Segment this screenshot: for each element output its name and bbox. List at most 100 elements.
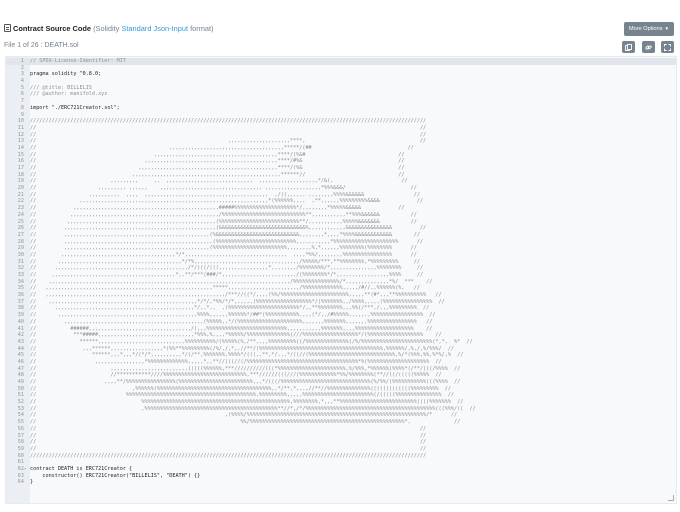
code-line: 59 // // — [6, 446, 670, 453]
code-line: 47 // ,,,,,,,,,,,,,,,,,,,,,,,,,(((((%%%%%… — [6, 366, 670, 373]
line-number: 64 — [17, 479, 24, 486]
line-number: 26 — [17, 225, 24, 232]
line-text: // ,,,,,,,,,,,,,,,,,,,,,,,,,,,,,,,,,,,,,… — [30, 318, 433, 325]
code-line: 63 constructor() ERC721Creator("BILLELIS… — [6, 473, 670, 480]
line-text: // ,,,,,,,,,,,,,,,,,,,,,,,,,,,,,,,,,,,,,… — [30, 198, 424, 205]
line-number: 50 — [17, 385, 24, 392]
code-line: 42 // ***#####,,,,,,,,,,,,,,,,,,,,,,,,,,,… — [6, 332, 670, 339]
line-text: ////////////////////////////////////////… — [30, 118, 427, 125]
line-number: 17 — [17, 165, 24, 171]
line-number: 15 — [17, 151, 24, 158]
line-number: 2 — [20, 64, 24, 71]
line-text: // ,,,,**/%%%%%%%%%%%%%%%%(%%%%%%%%%%%%%… — [30, 379, 461, 385]
code-line: 20 // ,,,,,,,,, ,,,,,, ,,,,,,,,,,,,,,,,,,… — [6, 185, 670, 192]
line-number: 35 — [17, 285, 24, 292]
line-number: 39 — [17, 312, 24, 319]
line-number: 28 — [17, 238, 24, 245]
line-number: 60 — [17, 452, 24, 459]
code-line: 2 — [6, 65, 670, 72]
line-text: contract DEATH is ERC721Creator { — [30, 465, 133, 472]
code-line: 31 // ,,,,,,,,,,,,,,,,,,,,,,,,,,,,,,,,,,,… — [6, 259, 670, 266]
line-text: } — [30, 479, 34, 486]
line-text: // ,,,,,,,,,,,,,,,,,,,,,,,,,,,,,,,,,,,,,… — [30, 171, 405, 178]
line-number: 48 — [17, 372, 24, 379]
fullscreen-button[interactable] — [661, 41, 674, 53]
line-number: 53 — [17, 405, 24, 412]
line-text: // ,%%%%%%%%%%%%%%%%%%%%%%%%%%%%%%%%%%%%… — [30, 405, 476, 412]
code-line: 53 // ,%%%%%%%%%%%%%%%%%%%%%%%%%%%%%%%%%%… — [6, 406, 670, 413]
line-number: 12 — [17, 131, 24, 138]
fullscreen-icon — [664, 43, 671, 51]
line-number: 46 — [17, 358, 24, 365]
line-number: 13 — [17, 138, 24, 145]
line-number: 36 — [17, 292, 24, 299]
chevron-down-icon: ▼ — [664, 26, 670, 31]
line-text: // ,,,,,,,,,,,,,,,,,,,,,,,,,,,,,,,,,,,,,… — [30, 225, 427, 232]
line-number: 4 — [20, 78, 24, 85]
resize-handle[interactable] — [668, 495, 674, 501]
line-number: 33 — [17, 272, 24, 278]
line-number: 31 — [17, 258, 24, 265]
line-number: 27 — [17, 231, 24, 238]
code-line: 44 // ,,,******,,,,,,,,,,,,,,,,,*(%%**%%%… — [6, 346, 670, 353]
line-text: // ,,,,,,,,,,,,,,,,,,,,,,,,,,,,,,,,,,,,,… — [30, 245, 417, 252]
code-line: 40 // ,,,,,,,,,,,,,,,,,,,,,,,,,,,,,,,,,,,… — [6, 319, 670, 326]
code-line: 29 // ,,,,,,,,,,,,,,,,,,,,,,,,,,,,,,,,,,,… — [6, 245, 670, 252]
code-line: 46 // ,,,,,,,,,,,,,,,,*%%%%%%%%%%%%%,,,,,… — [6, 359, 670, 366]
line-number: 62 — [17, 465, 24, 472]
line-text: // // — [30, 124, 427, 131]
code-line: 27 // ,,,,,,,,,,,,,,,,,,,,,,,,,,,,,,,,,,,… — [6, 232, 670, 239]
line-number: 59 — [17, 445, 24, 452]
code-line: 12 // // — [6, 132, 670, 139]
code-editor[interactable]: 1 // SPDX-License-Identifier: MIT 2 3 pragma… — [5, 56, 677, 504]
code-line: 56 // // — [6, 426, 670, 433]
code-line: 8 import "./ERC721Creator.sol"; — [6, 105, 670, 112]
line-text: // ,,,,,,,,,,,,,,,,,,,,,,,,,,,,,,,,,,,,,… — [30, 231, 420, 238]
link-button[interactable] — [641, 41, 655, 53]
code-lines: 1 // SPDX-License-Identifier: MIT 2 3 pragma… — [6, 58, 670, 486]
line-text: // ,,,,,,,,,,,,,,,,,,,,,,,,,,,,,,,,,,,,,… — [30, 238, 424, 245]
contract-source-header: Contract Source Code (Solidity Standard … — [4, 22, 674, 40]
line-number: 16 — [17, 158, 24, 165]
copy-button[interactable] — [622, 41, 636, 53]
line-text: ////////////////////////////////////////… — [30, 452, 427, 459]
line-text: // ,,,,,,,,,,,,,,,,,,,,,,,,,,,,,,,,,,,,,… — [30, 298, 445, 305]
format-link[interactable]: Standard Json-Input — [121, 24, 188, 33]
code-line: 3 pragma solidity ^0.8.0; — [6, 71, 670, 78]
line-number: 29 — [17, 245, 24, 252]
line-text: // %%%%%%%%%%%%%%%%%%%%%%%%%%%%%%%%%%%%%… — [30, 399, 464, 406]
line-text: // ***#####,,,,,,,,,,,,,,,,,,,,,,,,,,,,,… — [30, 332, 442, 339]
line-text: // ,%%%%%%(%%%%%%%%%%%%%%%%%%%%%%%%%%%%%… — [30, 385, 451, 392]
file-info: File 1 of 26 : DEATH.sol — [4, 42, 79, 49]
code-line: 64} — [6, 479, 670, 486]
line-number: 54 — [17, 412, 24, 419]
line-text: // ,,,,,,,,,, ,,,, ,,,,,,,,,,,,,,,,,,,,,… — [30, 191, 420, 198]
code-line: 51 // %%%%%%%%%%%%%%%%%%%%%%%%%%%%%%%%%%%… — [6, 392, 670, 399]
code-line: 38 // ,,,,,,,,,,,,,,,,,,,,,,,,,,,,,,,,,,,… — [6, 305, 670, 312]
line-number: 32 — [17, 265, 24, 272]
code-line: 18 // ,,,,,,,,,,,,,,,,,,,,,,,,,,,,,,,,,,,… — [6, 172, 670, 179]
line-number: 3 — [20, 71, 24, 78]
line-text: // // — [30, 131, 427, 138]
source-title: Contract Source Code — [13, 24, 92, 33]
code-line: 60 //////////////////////////////////////… — [6, 453, 670, 460]
line-number: 47 — [17, 365, 24, 372]
code-line: 13 // ,,,,,,,,,,,,,,,,,,,,****, // — [6, 138, 670, 145]
line-number: 8 — [20, 104, 24, 111]
line-text: // ******,,,*,,,*/(*/*,,,,,,,,,,*/(/**,%… — [30, 352, 464, 359]
line-text: // ,,,,,,,,,,,,,,,,,,,,,,,,,,,,,,,,,,,,,… — [30, 292, 442, 299]
line-number: 5 — [20, 84, 24, 91]
line-text: // ,,,,,,,,,,,,,,,,,,,,,,,,,,,,,,,,,,,,,… — [30, 205, 405, 212]
code-line: 52 // %%%%%%%%%%%%%%%%%%%%%%%%%%%%%%%%%%%… — [6, 399, 670, 406]
line-number: 22 — [17, 198, 24, 205]
line-number: 9 — [20, 111, 24, 118]
line-number: 23 — [17, 205, 24, 212]
line-number: 38 — [17, 305, 24, 312]
line-number: 56 — [17, 425, 24, 432]
more-options-button[interactable]: More Options ▼ — [624, 22, 674, 36]
code-line: 7 — [6, 98, 670, 105]
code-line: 6 /// @author: manifold.xyz — [6, 91, 670, 98]
format-label: format) — [190, 24, 214, 33]
code-line: 57 // // — [6, 433, 670, 440]
line-number: 40 — [17, 318, 24, 325]
